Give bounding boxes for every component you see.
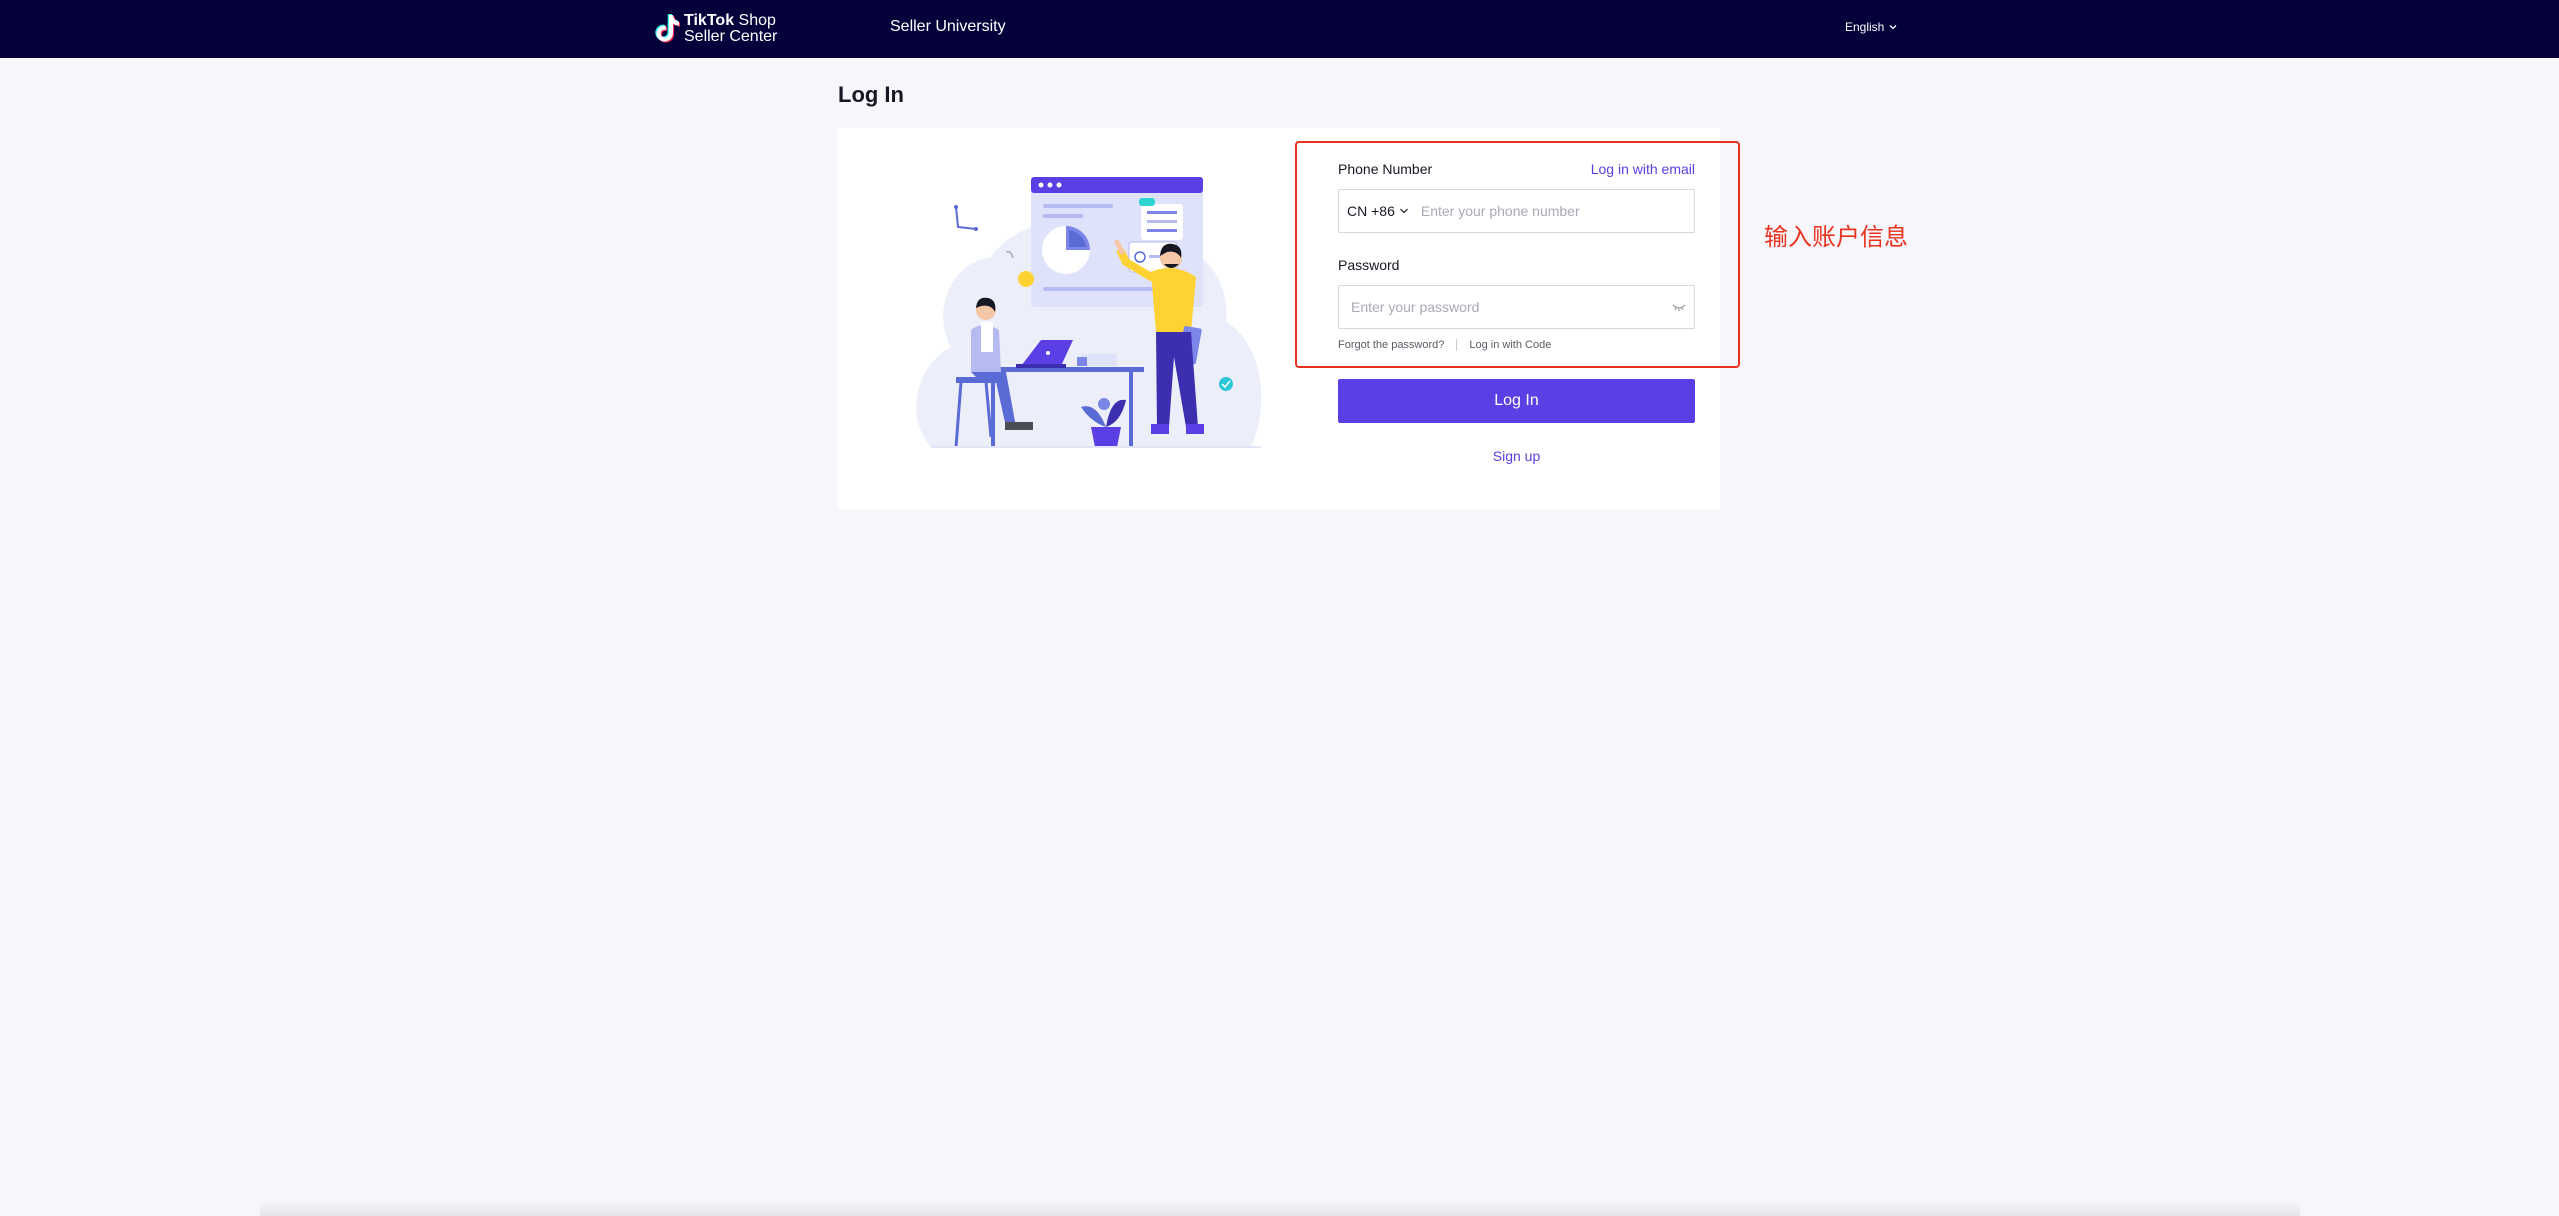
login-button[interactable]: Log In bbox=[1338, 379, 1695, 423]
password-row-header: Password bbox=[1338, 254, 1695, 276]
phone-number-label: Phone Number bbox=[1338, 161, 1433, 177]
seller-university-link[interactable]: Seller University bbox=[890, 18, 1006, 36]
phone-row-header: Phone Number Log in with email bbox=[1338, 158, 1695, 180]
logo-brand: TikTok bbox=[684, 12, 735, 29]
language-selector[interactable]: English bbox=[1845, 20, 1898, 34]
phone-number-input[interactable] bbox=[1420, 190, 1694, 232]
toggle-password-visibility[interactable] bbox=[1664, 303, 1694, 311]
password-helper-links: Forgot the password? Log in with Code bbox=[1338, 339, 1695, 351]
sign-up-link[interactable]: Sign up bbox=[1338, 448, 1695, 464]
phone-input-group: CN +86 bbox=[1338, 189, 1695, 233]
logo-line1: TikTok Shop bbox=[684, 13, 777, 29]
top-navigation-bar: TikTok Shop Seller Center Seller Univers… bbox=[0, 0, 2559, 58]
login-form: Phone Number Log in with email CN +86 Pa… bbox=[1338, 158, 1695, 351]
logo-shop: Shop bbox=[734, 12, 776, 29]
bottom-edge-shadow bbox=[260, 1200, 2300, 1216]
tiktok-logo-icon bbox=[655, 14, 680, 43]
logo-line2: Seller Center bbox=[684, 28, 778, 45]
page-title: Log In bbox=[838, 82, 904, 107]
forgot-password-link[interactable]: Forgot the password? bbox=[1338, 339, 1444, 351]
password-input-group bbox=[1338, 285, 1695, 329]
eye-closed-icon bbox=[1672, 304, 1686, 311]
tiktok-shop-logo[interactable]: TikTok Shop Seller Center bbox=[652, 10, 782, 48]
logo-text: TikTok Shop Seller Center bbox=[684, 13, 777, 45]
login-illustration bbox=[916, 177, 1262, 448]
country-code-value: CN +86 bbox=[1347, 203, 1395, 219]
password-input[interactable] bbox=[1339, 286, 1664, 328]
chevron-down-icon bbox=[1399, 208, 1408, 214]
annotation-label: 输入账户信息 bbox=[1764, 224, 1908, 251]
password-label: Password bbox=[1338, 257, 1400, 273]
language-label: English bbox=[1845, 20, 1885, 34]
login-with-code-link[interactable]: Log in with Code bbox=[1469, 339, 1551, 351]
country-code-selector[interactable]: CN +86 bbox=[1339, 190, 1421, 232]
helper-divider bbox=[1456, 339, 1458, 351]
chevron-down-icon bbox=[1889, 25, 1897, 30]
login-with-email-link[interactable]: Log in with email bbox=[1591, 161, 1695, 177]
